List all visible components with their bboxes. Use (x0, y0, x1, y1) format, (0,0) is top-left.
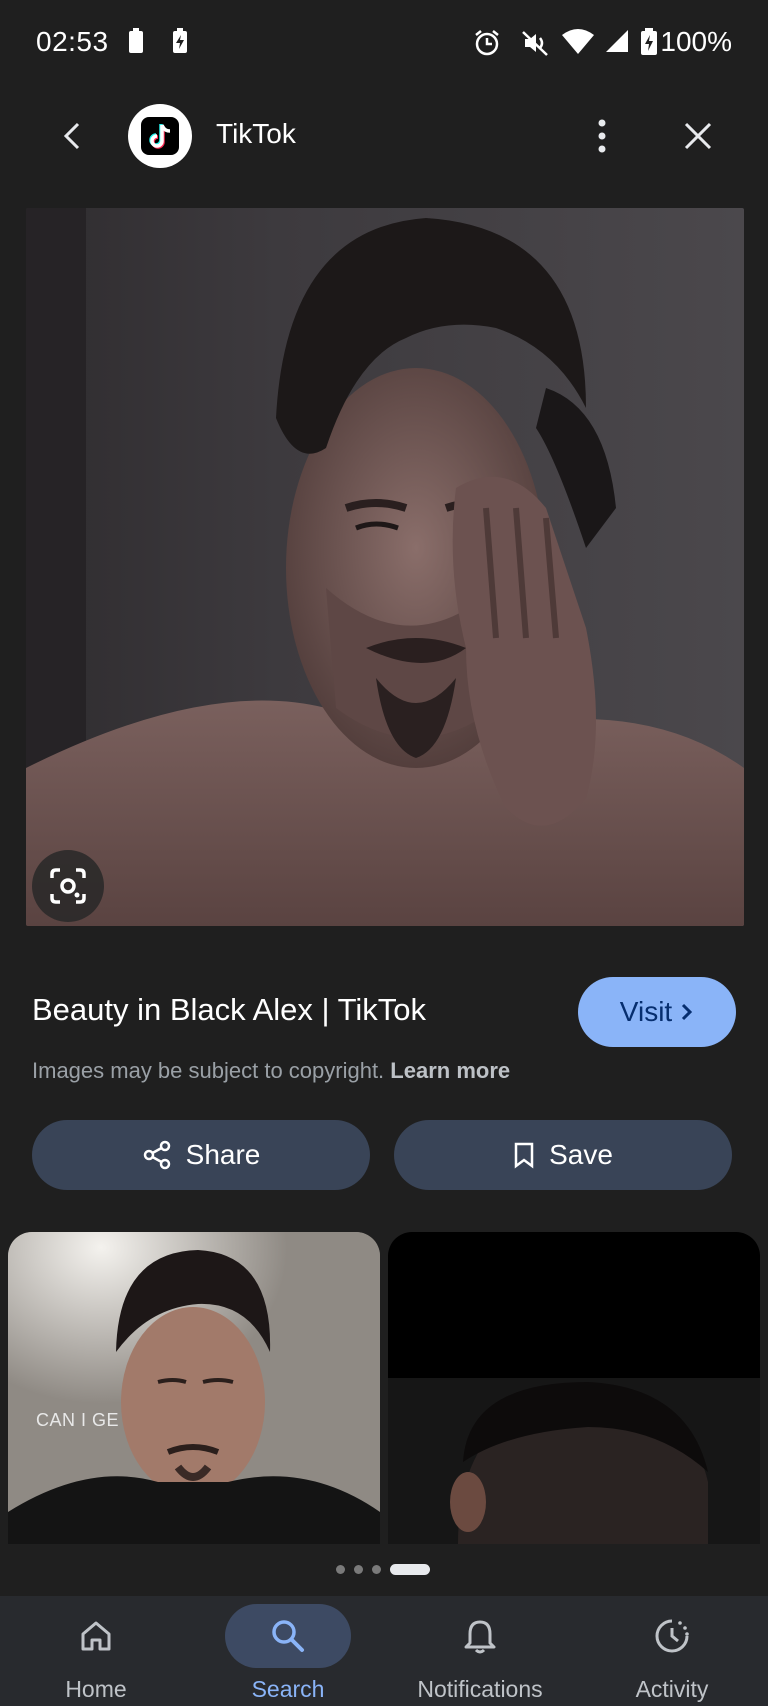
nav-notifications[interactable]: Notifications (384, 1596, 576, 1706)
search-icon (272, 1620, 304, 1652)
close-icon (684, 122, 712, 150)
share-button[interactable]: Share (32, 1120, 370, 1190)
nav-notifications-label: Notifications (417, 1676, 543, 1702)
nav-activity-label: Activity (635, 1676, 709, 1702)
alarm-icon (475, 30, 499, 56)
thumbnail-photo (388, 1232, 760, 1544)
tiktok-logo-icon (141, 117, 179, 155)
nav-home-icon-wrap (33, 1604, 159, 1668)
mute-icon (522, 31, 548, 56)
bookmark-icon (514, 1142, 534, 1169)
lens-search-icon (50, 868, 86, 904)
save-button[interactable]: Save (394, 1120, 732, 1190)
related-thumbnail[interactable]: CAN I GE (8, 1232, 380, 1544)
bell-icon (464, 1620, 496, 1654)
share-icon (143, 1140, 170, 1170)
battery-percentage: 100% (660, 26, 732, 57)
signal-icon (606, 30, 628, 52)
top-app-bar: TikTok (0, 90, 768, 200)
result-title: Beauty in Black Alex | TikTok (32, 992, 427, 1027)
battery-saver-icon (173, 28, 187, 53)
home-icon (81, 1621, 111, 1651)
more-options-button[interactable] (576, 108, 628, 164)
related-thumbnail[interactable] (388, 1232, 760, 1544)
share-label: Share (185, 1139, 261, 1170)
nav-activity-icon-wrap (609, 1604, 735, 1668)
learn-more-link[interactable]: Learn more (390, 1058, 510, 1083)
back-arrow-icon (63, 122, 80, 150)
nav-home[interactable]: Home (0, 1596, 192, 1706)
nav-search[interactable]: Search (192, 1596, 384, 1706)
battery-charging-icon (641, 28, 657, 55)
chevron-right-icon (682, 1003, 693, 1021)
source-name[interactable]: TikTok (216, 118, 296, 150)
pager-dot (336, 1565, 345, 1574)
save-label: Save (549, 1139, 613, 1170)
pager-dots (336, 1562, 436, 1576)
nav-search-label: Search (251, 1676, 325, 1702)
wifi-icon (562, 29, 594, 54)
visit-label: Visit (619, 996, 673, 1027)
status-bar: 02:53 100% (0, 0, 768, 90)
thumbnail-caption: CAN I GE (36, 1410, 120, 1430)
more-vert-icon (598, 119, 606, 153)
activity-icon (655, 1619, 689, 1653)
bottom-navigation: Home Search Notifications Activity (0, 1596, 768, 1706)
nav-activity[interactable]: Activity (576, 1596, 768, 1706)
copyright-notice: Images may be subject to copyright. Lear… (32, 1058, 510, 1084)
pager-dot (372, 1565, 381, 1574)
nav-home-label: Home (65, 1676, 127, 1702)
visit-button[interactable]: Visit (578, 977, 736, 1047)
copyright-text: Images may be subject to copyright. (32, 1058, 385, 1083)
main-photo (26, 208, 744, 926)
close-button[interactable] (670, 108, 726, 164)
sim-icon (129, 28, 143, 53)
nav-notifications-icon-wrap (417, 1604, 543, 1668)
pager-dot-active (390, 1564, 430, 1575)
main-image[interactable] (26, 208, 744, 926)
status-time: 02:53 (36, 26, 109, 57)
lens-button[interactable] (32, 850, 104, 922)
thumbnail-photo (8, 1232, 380, 1544)
source-avatar[interactable] (128, 104, 192, 168)
nav-search-icon-wrap (225, 1604, 351, 1668)
back-button[interactable] (46, 110, 98, 162)
pager-dot (354, 1565, 363, 1574)
